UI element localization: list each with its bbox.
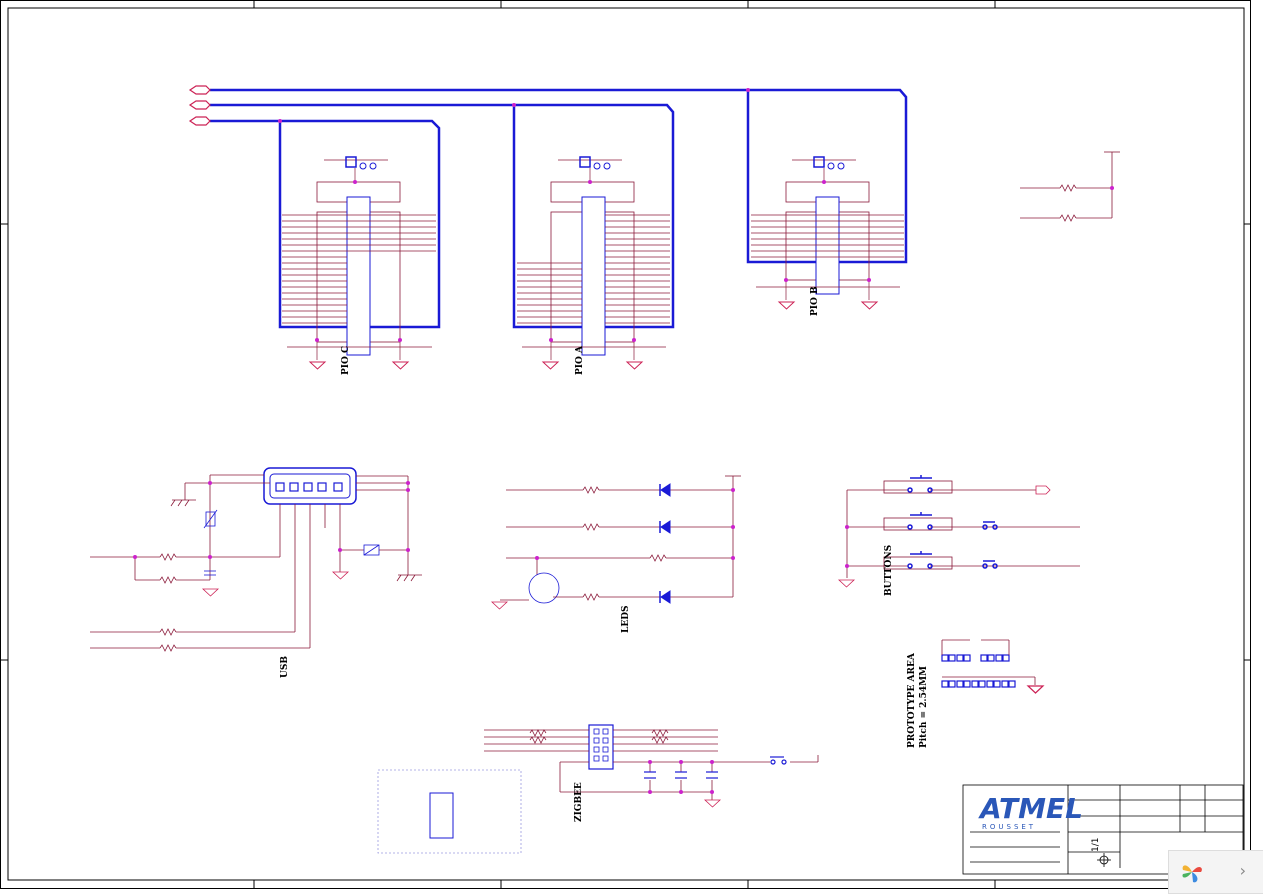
pio-bus [210,88,908,329]
chevron-right-icon[interactable]: › [1240,861,1246,880]
schematic-sheet: PIO C PIO A PIO B USB LEDS BUTTONS ZIGBE… [0,0,1251,889]
pio-b-header [751,156,904,310]
label-pitch: Pitch = 2.54MM [919,666,929,748]
drawing-frame [0,0,1251,889]
label-pio-a: PIO A [575,345,585,375]
viewer-nav-widget: › [1168,850,1263,894]
label-prototype-area: PROTOTYPE AREA [907,652,917,748]
label-buttons: BUTTONS [884,545,894,596]
pullup-resistors [1020,151,1120,222]
label-leds: LEDS [621,606,631,634]
label-zigbee: ZIGBEE [574,782,584,822]
atmel-logo: ATMEL [978,792,1083,825]
prototype-area [941,639,1045,694]
label-pio-b: PIO B [810,286,820,316]
ghost-component [429,792,454,839]
label-usb: USB [280,656,290,678]
atmel-logo-subtitle: ROUSSET [982,823,1036,831]
buttons-section [837,480,1080,588]
usb-section [90,467,422,652]
bus-ports [188,85,211,126]
label-pio-c: PIO C [341,346,351,375]
ghost-block [377,769,522,854]
pio-a-header [517,156,670,370]
led-diodes [659,483,671,604]
leds-section [490,475,741,610]
zigbee-section [484,724,819,808]
button-switches [907,475,998,569]
sheet-number: 1/1 [1091,838,1101,852]
photos-app-icon[interactable] [1177,857,1207,887]
pio-c-header [282,156,436,370]
